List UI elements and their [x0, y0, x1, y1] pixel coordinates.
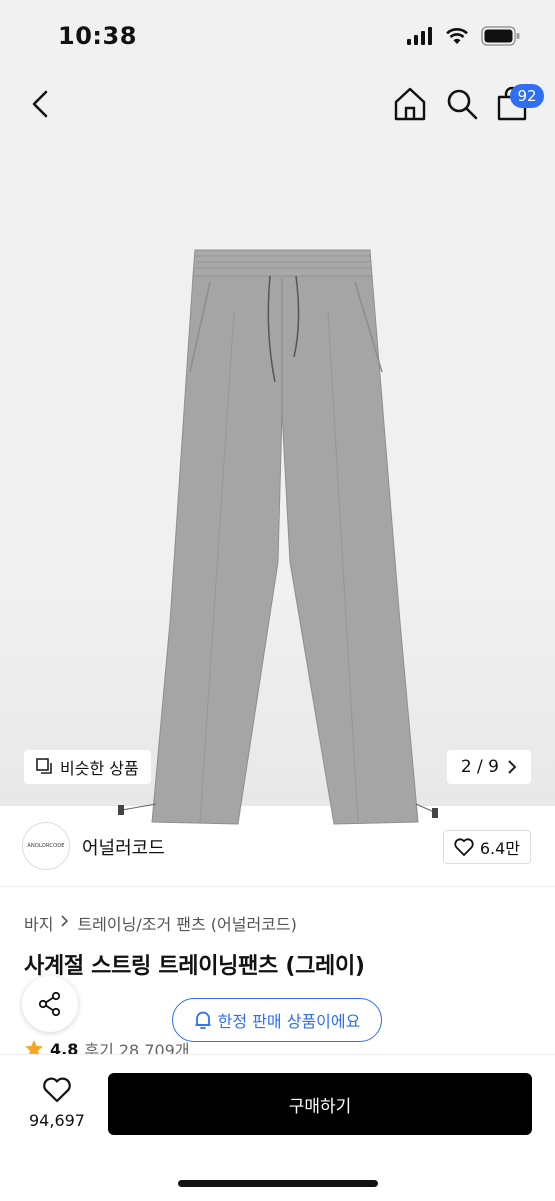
product-image-gallery[interactable]: 비슷한 상품 2 / 9 [0, 72, 555, 825]
image-pager[interactable]: 2 / 9 [446, 750, 531, 784]
similar-icon [36, 758, 52, 774]
breadcrumb-category[interactable]: 바지 [24, 911, 53, 935]
brand-like-count: 6.4만 [479, 839, 520, 858]
brand-row[interactable]: ANOLORCODE 어널러코드 6.4만 [0, 820, 555, 887]
similar-products-button[interactable]: 비슷한 상품 [24, 750, 151, 784]
product-title: 사계절 스트링 트레이닝팬츠 (그레이) [24, 954, 365, 979]
navigation-bar [0, 72, 555, 140]
bottom-action-bar: 94,697 구매하기 [0, 1054, 555, 1201]
similar-products-label: 비슷한 상품 [60, 759, 139, 778]
share-icon [38, 991, 61, 1017]
brand-like-button[interactable]: 6.4만 [442, 830, 531, 864]
chevron-right-icon [508, 760, 517, 774]
limited-sale-label: 한정 판매 상품이에요 [217, 1012, 361, 1031]
page-indicator: 2 / 9 [460, 757, 499, 777]
product-image [118, 249, 438, 825]
share-button[interactable] [22, 976, 78, 1032]
wishlist-button[interactable]: 94,697 [22, 1077, 92, 1130]
search-icon[interactable] [444, 86, 480, 122]
breadcrumb-subcategory[interactable]: 트레이닝/조거 팬츠 (어널러코드) [77, 911, 296, 935]
buy-button[interactable]: 구매하기 [108, 1073, 532, 1135]
status-icons [407, 26, 521, 46]
battery-icon [481, 26, 520, 46]
cart-count-badge: 92 [510, 84, 544, 108]
heart-icon [43, 1077, 71, 1103]
heart-icon [454, 838, 474, 856]
back-icon[interactable] [26, 86, 56, 122]
bell-icon [195, 1011, 211, 1029]
home-indicator [178, 1180, 378, 1187]
status-time: 10:38 [58, 22, 137, 50]
signal-icon [407, 27, 432, 45]
status-bar: 10:38 [0, 0, 555, 72]
brand-logo[interactable]: ANOLORCODE [22, 822, 70, 870]
chevron-right-icon [61, 915, 69, 927]
limited-sale-badge: 한정 판매 상품이에요 [172, 998, 382, 1042]
home-icon[interactable] [392, 86, 428, 122]
wifi-icon [446, 28, 468, 44]
brand-name[interactable]: 어널러코드 [82, 834, 165, 860]
breadcrumb: 바지 트레이닝/조거 팬츠 (어널러코드) [24, 911, 297, 935]
wishlist-count: 94,697 [29, 1111, 85, 1130]
brand-logo-text: ANOLORCODE [27, 843, 65, 849]
